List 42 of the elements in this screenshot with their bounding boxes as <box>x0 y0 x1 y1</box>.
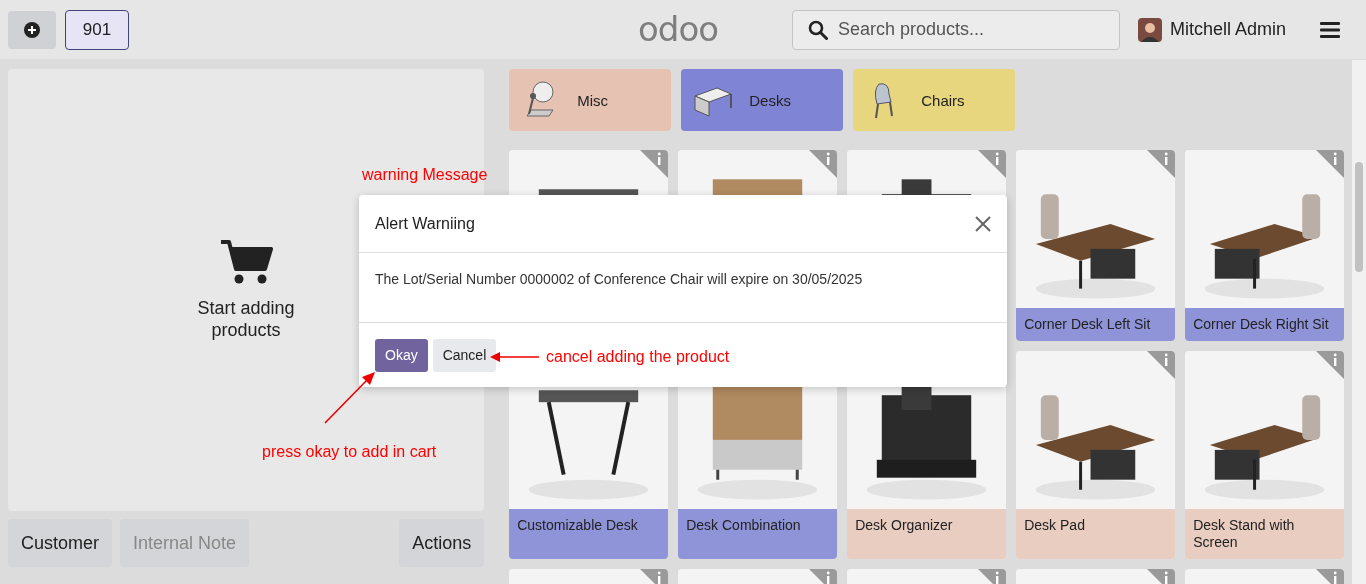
annotation-arrow <box>490 351 540 363</box>
product-name: Desk Pad <box>1016 509 1176 559</box>
category-button[interactable]: Chairs <box>853 69 1016 131</box>
dialog-title: Alert Warniing <box>375 214 475 233</box>
action-button[interactable]: Customer <box>8 519 113 567</box>
search-icon <box>807 19 828 40</box>
category-button[interactable]: Misc <box>509 69 672 131</box>
empty-cart-message: Start adding products <box>196 297 296 341</box>
user-name[interactable]: Mitchell Admin <box>1169 19 1286 40</box>
info-icon[interactable] <box>640 150 669 178</box>
cancel-button[interactable]: Cancel <box>432 338 497 372</box>
product-name: Desk Combination <box>678 509 838 559</box>
dialog-message: The Lot/Serial Number 0000002 of Conference Chair will expire on 30/05/2025 <box>375 271 864 287</box>
annotation-text: press okay to add in cart <box>262 443 437 461</box>
info-icon[interactable] <box>1147 150 1176 178</box>
logo: odoo <box>638 9 718 49</box>
info-icon[interactable] <box>978 150 1007 178</box>
scrollbar-thumb[interactable] <box>1355 162 1364 272</box>
avatar-icon <box>1137 17 1162 42</box>
cart-icon <box>219 239 274 285</box>
info-icon[interactable] <box>809 150 838 178</box>
product-name: Corner Desk Right Sit <box>1185 308 1345 341</box>
close-icon[interactable] <box>975 215 991 232</box>
product-name: Corner Desk Left Sit <box>1016 308 1176 341</box>
action-button[interactable]: Actions <box>399 519 485 567</box>
info-icon[interactable] <box>1147 351 1176 379</box>
product-name: Desk Stand with Screen <box>1185 509 1345 559</box>
new-order-button[interactable] <box>8 10 56 49</box>
info-icon[interactable] <box>1316 150 1345 178</box>
plus-icon <box>24 21 40 38</box>
scrollbar[interactable] <box>1352 60 1366 584</box>
product-name: Desk Organizer <box>847 509 1007 559</box>
category-button[interactable]: Desks <box>681 69 844 131</box>
annotation-arrow <box>324 370 376 424</box>
annotation-text: cancel adding the product <box>546 348 730 366</box>
product-name: Customizable Desk <box>509 509 669 559</box>
okay-button[interactable]: Okay <box>375 338 428 372</box>
search-field[interactable]: Search products... <box>791 9 1120 50</box>
annotation-text: warning Message <box>362 166 488 184</box>
info-icon[interactable] <box>1316 351 1345 379</box>
menu-icon[interactable] <box>1320 20 1340 39</box>
order-tab[interactable]: 901 <box>65 9 129 50</box>
